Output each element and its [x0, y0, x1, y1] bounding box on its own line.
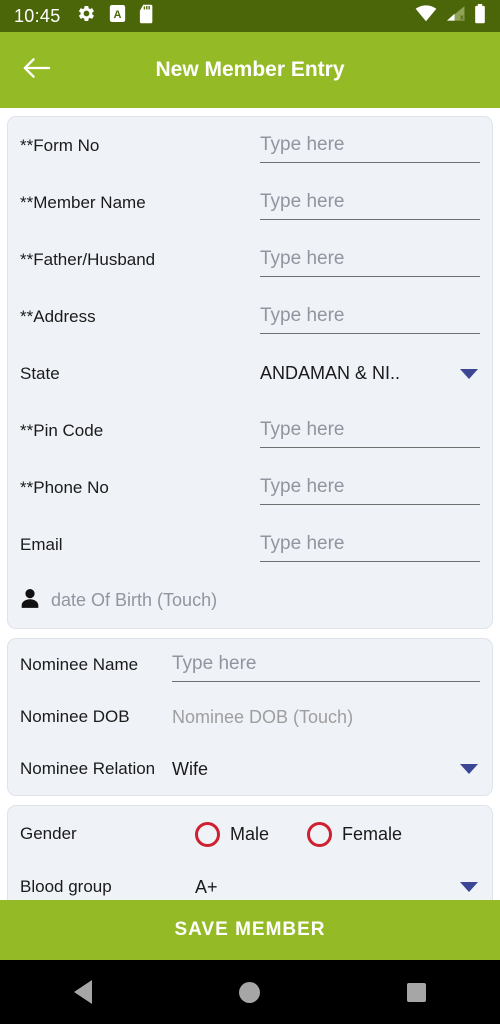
- page-title: New Member Entry: [155, 58, 345, 81]
- label-nominee-relation: Nominee Relation: [20, 759, 156, 778]
- input-pin-code[interactable]: Type here: [260, 418, 480, 448]
- input-email[interactable]: Type here: [260, 532, 480, 562]
- app-bar: New Member Entry: [0, 32, 500, 108]
- input-phone-no[interactable]: Type here: [260, 475, 480, 505]
- status-bar: 10:45 A x: [0, 0, 500, 32]
- battery-full-icon: [474, 3, 486, 29]
- form-row-phone-no: **Phone No Type here: [20, 459, 480, 516]
- person-icon: [20, 588, 40, 614]
- placeholder-phone-no: Type here: [260, 476, 345, 497]
- app-root: 10:45 A x New Member Entry **Form No Typ…: [0, 0, 500, 1024]
- label-nominee-name: Nominee Name: [20, 655, 139, 674]
- gender-blood-card: Gender Male Female Blood group A+: [7, 805, 493, 900]
- android-nav-bar: [0, 960, 500, 1024]
- form-row-member-name: **Member Name Type here: [20, 174, 480, 231]
- nominee-dob-picker[interactable]: Nominee DOB (Touch): [172, 707, 480, 728]
- placeholder-pin-code: Type here: [260, 419, 345, 440]
- wifi-icon: [415, 5, 437, 27]
- chevron-down-icon[interactable]: [460, 764, 478, 774]
- state-selected-value[interactable]: ANDAMAN & NI..: [260, 363, 460, 384]
- back-button[interactable]: [14, 48, 58, 92]
- date-of-birth-picker[interactable]: date Of Birth (Touch): [20, 573, 480, 628]
- svg-text:A: A: [113, 9, 121, 21]
- chevron-down-icon[interactable]: [460, 368, 478, 379]
- form-scroll-area: **Form No Type here **Member Name Type h…: [0, 108, 500, 900]
- sd-card-icon: [139, 4, 155, 29]
- nav-back-button[interactable]: [48, 960, 118, 1024]
- radio-circle-male-icon[interactable]: [195, 821, 220, 847]
- status-clock: 10:45: [14, 5, 61, 26]
- square-recents-icon: [407, 982, 427, 1002]
- nav-home-button[interactable]: [215, 960, 285, 1024]
- letter-a-badge-icon: A: [109, 4, 126, 28]
- chevron-down-icon[interactable]: [460, 882, 478, 892]
- placeholder-member-name: Type here: [260, 191, 345, 212]
- placeholder-form-no: Type here: [260, 134, 345, 155]
- label-address: **Address: [20, 306, 96, 326]
- circle-home-icon: [239, 981, 261, 1003]
- form-row-father-husband: **Father/Husband Type here: [20, 231, 480, 288]
- status-right-icons: x: [415, 3, 486, 29]
- label-pin-code: **Pin Code: [20, 420, 104, 440]
- input-member-name[interactable]: Type here: [260, 190, 480, 220]
- form-row-email: Email Type here: [20, 516, 480, 573]
- placeholder-address: Type here: [260, 305, 345, 326]
- member-details-card: **Form No Type here **Member Name Type h…: [7, 116, 493, 629]
- form-row-gender: Gender Male Female: [20, 806, 480, 862]
- input-address[interactable]: Type here: [260, 304, 480, 334]
- radio-option-female[interactable]: Female: [307, 821, 403, 847]
- nominee-details-card: Nominee Name Type here Nominee DOB Nomin…: [7, 638, 493, 796]
- radio-label-male: Male: [230, 823, 270, 844]
- form-row-nominee-relation[interactable]: Nominee Relation Wife: [20, 743, 480, 795]
- arrow-left-icon: [22, 56, 51, 85]
- placeholder-email: Type here: [260, 533, 345, 554]
- radio-circle-female-icon[interactable]: [307, 821, 333, 847]
- input-father-husband[interactable]: Type here: [260, 247, 480, 277]
- label-state: State: [20, 363, 60, 383]
- radio-label-female: Female: [342, 823, 403, 844]
- nav-recents-button[interactable]: [382, 960, 452, 1024]
- date-of-birth-text: date Of Birth (Touch): [51, 590, 218, 610]
- label-form-no: **Form No: [20, 135, 100, 155]
- form-row-blood-group[interactable]: Blood group A+: [20, 862, 480, 900]
- label-gender: Gender: [20, 824, 77, 843]
- label-phone-no: **Phone No: [20, 477, 109, 497]
- label-father-husband: **Father/Husband: [20, 249, 156, 269]
- save-member-button[interactable]: SAVE MEMBER: [0, 900, 500, 960]
- blood-group-selected-value[interactable]: A+: [195, 877, 460, 898]
- form-row-pin-code: **Pin Code Type here: [20, 402, 480, 459]
- cellular-no-sim-icon: x: [445, 5, 466, 27]
- placeholder-nominee-name: Type here: [172, 653, 257, 674]
- form-row-form-no: **Form No Type here: [20, 117, 480, 174]
- form-row-nominee-dob[interactable]: Nominee DOB Nominee DOB (Touch): [20, 691, 480, 743]
- nominee-relation-selected-value[interactable]: Wife: [172, 759, 460, 780]
- triangle-back-icon: [74, 980, 93, 1004]
- label-email: Email: [20, 534, 63, 554]
- placeholder-father-husband: Type here: [260, 248, 345, 269]
- form-row-nominee-name: Nominee Name Type here: [20, 639, 480, 691]
- form-row-address: **Address Type here: [20, 288, 480, 345]
- input-nominee-name[interactable]: Type here: [172, 652, 480, 682]
- radio-option-male[interactable]: Male: [195, 821, 270, 847]
- form-row-state[interactable]: State ANDAMAN & NI..: [20, 345, 480, 402]
- input-form-no[interactable]: Type here: [260, 133, 480, 163]
- status-left-icons: A: [77, 4, 155, 29]
- label-nominee-dob: Nominee DOB: [20, 707, 130, 726]
- gear-icon: [77, 4, 96, 28]
- label-member-name: **Member Name: [20, 192, 146, 212]
- label-blood-group: Blood group: [20, 877, 112, 896]
